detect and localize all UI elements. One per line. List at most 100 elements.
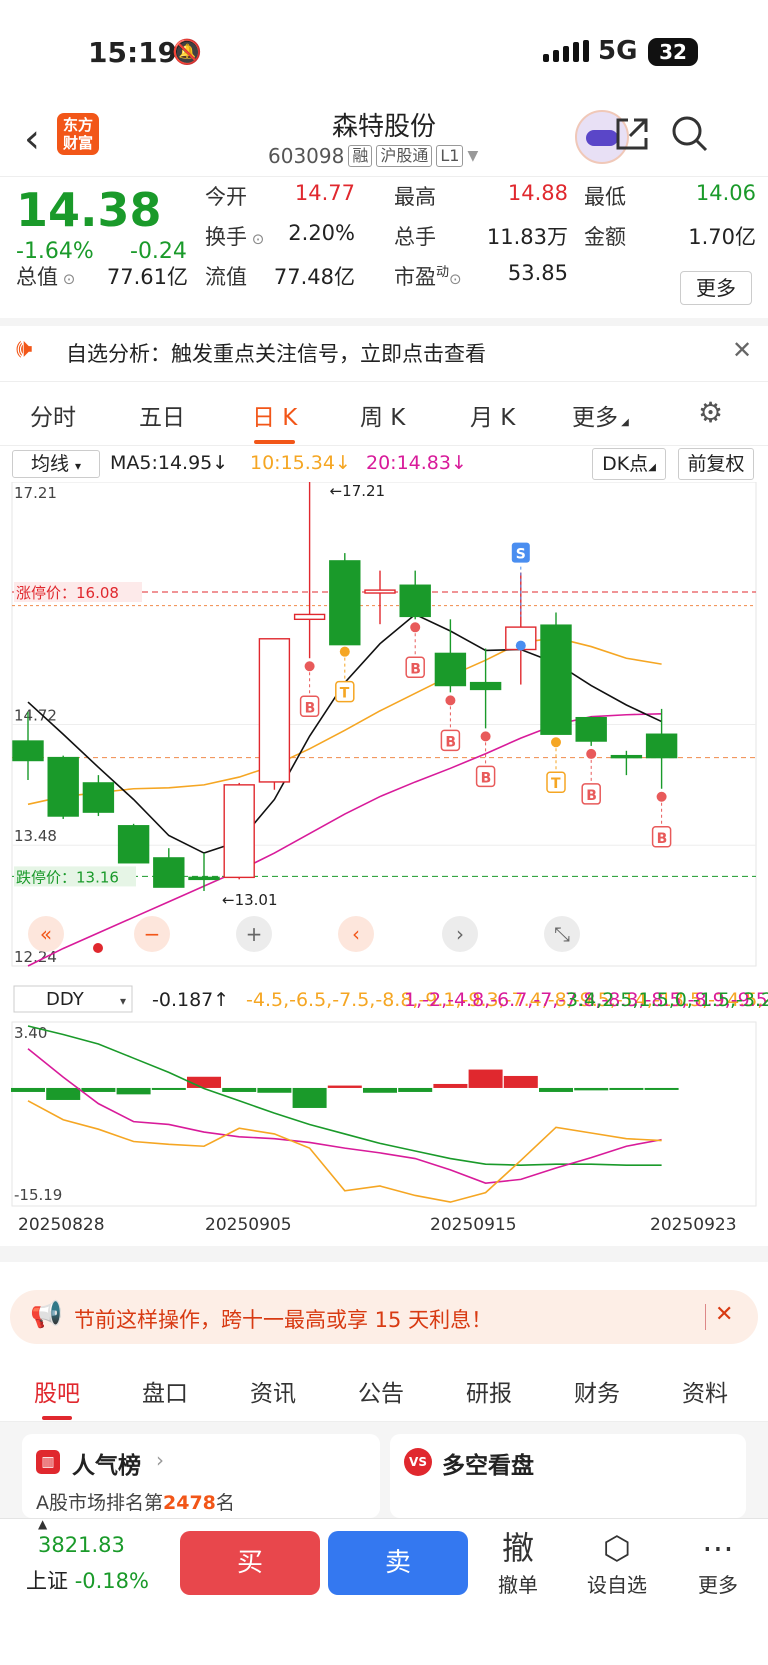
high-label: 最高 bbox=[394, 185, 436, 209]
search-icon[interactable] bbox=[670, 114, 710, 163]
mute-bell-icon: 🔕 bbox=[172, 38, 202, 66]
sell-button[interactable]: 卖 bbox=[328, 1531, 468, 1595]
open-value: 14.77 bbox=[294, 181, 355, 205]
promo-banner[interactable]: 📢 节前这样操作，跨十一最高或享 15 天利息！ ✕ bbox=[10, 1290, 758, 1344]
footer-more-button[interactable]: ⋯ 更多 bbox=[678, 1527, 758, 1598]
info-dots-icon: ⊙ bbox=[58, 270, 76, 288]
x-date-label: 20250915 bbox=[430, 1215, 517, 1235]
signal-letter: B bbox=[445, 734, 456, 750]
tab-announcements[interactable]: 公告 bbox=[358, 1374, 404, 1408]
limit-down-label: 跌停价：13.16 bbox=[16, 868, 119, 886]
turnover-value: 2.20% bbox=[288, 221, 355, 245]
ddy-bar bbox=[81, 1087, 116, 1092]
feature-cards: ▥ 人气榜 › A股市场排名第2478名 VS 多空看盘 bbox=[0, 1422, 768, 1518]
candle-body bbox=[293, 613, 326, 621]
gear-icon[interactable]: ⚙ bbox=[698, 396, 723, 429]
tab-monthly-k[interactable]: 月 K bbox=[470, 398, 515, 432]
amount-label: 金额 bbox=[584, 225, 626, 249]
rank-prefix: A股市场排名第 bbox=[36, 1492, 163, 1514]
stock-code: 603098 bbox=[268, 144, 345, 168]
chart-nav-glyph: + bbox=[246, 922, 263, 946]
more-quote-button[interactable]: 更多 bbox=[680, 271, 752, 305]
rank-suffix: 名 bbox=[215, 1492, 235, 1514]
cancel-glyph: 撤 bbox=[501, 1529, 534, 1567]
tab-news[interactable]: 资讯 bbox=[250, 1374, 296, 1408]
add-watchlist-button[interactable]: ⬡ 设自选 bbox=[577, 1527, 657, 1598]
tab-pankou[interactable]: 盘口 bbox=[142, 1374, 188, 1408]
pe-label[interactable]: 市盈动⊙ bbox=[394, 261, 462, 291]
tab-finance[interactable]: 财务 bbox=[574, 1374, 620, 1408]
tab-research[interactable]: 研报 bbox=[466, 1374, 512, 1408]
vs-icon: VS bbox=[404, 1448, 432, 1476]
status-time: 15:19 bbox=[88, 36, 178, 69]
ddy-bar bbox=[222, 1087, 257, 1092]
close-icon[interactable]: ✕ bbox=[715, 1302, 733, 1327]
network-type: 5G bbox=[598, 36, 638, 66]
close-icon[interactable]: ✕ bbox=[732, 336, 752, 364]
signal-letter: B bbox=[586, 788, 597, 804]
candle-body bbox=[12, 740, 44, 762]
x-date-label: 20250923 bbox=[650, 1215, 737, 1235]
trade-footer: ▲ 3821.83 上证 -0.18% 买 卖 撤撤单 ⬡ 设自选 ⋯ 更多 bbox=[0, 1517, 768, 1665]
index-line[interactable]: 上证 -0.18% bbox=[26, 1565, 149, 1595]
market-cap-label-text: 总值 bbox=[16, 265, 58, 289]
open-label: 今开 bbox=[205, 185, 247, 209]
share-icon[interactable] bbox=[612, 114, 652, 163]
watchlist-hexagon-icon: ⬡ bbox=[603, 1529, 631, 1567]
period-tabs: 分时 五日 日 K 周 K 月 K 更多 ◢ ⚙ bbox=[0, 382, 768, 446]
tab-profile[interactable]: 资料 bbox=[682, 1374, 728, 1408]
info-dots-icon: ⊙ bbox=[247, 230, 265, 248]
chart-nav-glyph: − bbox=[144, 922, 161, 946]
section-gap bbox=[0, 1246, 768, 1262]
chevron-down-icon: ▾ bbox=[120, 994, 126, 1008]
watchlist-alert-bar[interactable]: 🕪 自选分析：触发重点关注信号，立即点击查看 ✕ bbox=[0, 318, 768, 382]
candle-body bbox=[540, 624, 572, 735]
bull-bear-card[interactable]: VS 多空看盘 bbox=[390, 1434, 746, 1518]
tab-intraday[interactable]: 分时 bbox=[30, 398, 76, 432]
amount-value: 1.70亿 bbox=[688, 225, 756, 249]
tab-five-day[interactable]: 五日 bbox=[139, 398, 185, 432]
indicator-select[interactable]: 均线 ▾ bbox=[12, 450, 100, 478]
ddy-bar bbox=[609, 1087, 644, 1090]
candle-body bbox=[434, 652, 467, 687]
signal-letter: B bbox=[410, 661, 421, 677]
banner-divider bbox=[705, 1304, 706, 1330]
stock-code-line[interactable]: 603098 融 沪股通 L1 ▼ bbox=[268, 144, 478, 168]
candle-body bbox=[329, 560, 361, 646]
kline-svg[interactable]: 17.2114.7213.4812.24涨停价：16.08跌停价：13.16←1… bbox=[0, 482, 768, 1280]
tab-weekly-k[interactable]: 周 K bbox=[360, 398, 405, 432]
candle-body bbox=[645, 733, 678, 759]
limit-up-label: 涨停价：16.08 bbox=[16, 584, 119, 602]
chevron-down-icon: ▾ bbox=[75, 459, 82, 473]
ma5-text: MA5:14.95 bbox=[110, 452, 213, 474]
popularity-card[interactable]: ▥ 人气榜 › A股市场排名第2478名 bbox=[22, 1434, 380, 1518]
dk-point-button[interactable]: DK点◢ bbox=[592, 448, 666, 480]
high-marker: ←17.21 bbox=[330, 482, 386, 500]
kline-chart-area: 均线 ▾ MA5:14.95↓ 10:15.34↓ 20:14.83↓ DK点◢… bbox=[0, 446, 768, 1280]
adjust-button[interactable]: 前复权 bbox=[678, 448, 754, 480]
ddy-bar bbox=[433, 1083, 468, 1088]
tab-daily-k[interactable]: 日 K bbox=[252, 398, 297, 444]
ddy-bar bbox=[327, 1085, 362, 1088]
tab-guba[interactable]: 股吧 bbox=[34, 1374, 80, 1420]
buy-button[interactable]: 买 bbox=[180, 1531, 320, 1595]
expand-up-icon[interactable]: ▲ bbox=[38, 1517, 47, 1531]
market-cap-label[interactable]: 总值 ⊙ bbox=[16, 261, 75, 291]
record-dot bbox=[93, 943, 103, 953]
pe-label-text: 市盈 bbox=[394, 265, 436, 289]
stock-header: ‹ 东方 财富 森特股份 603098 融 沪股通 L1 ▼ bbox=[0, 100, 768, 176]
index-change: -0.18% bbox=[74, 1569, 149, 1593]
ddy-bar bbox=[257, 1087, 292, 1093]
tab-more[interactable]: 更多 ◢ bbox=[572, 398, 629, 432]
bull-bear-title: 多空看盘 bbox=[442, 1453, 534, 1479]
speaker-icon: 🕪 bbox=[16, 334, 33, 364]
connect-tag: 沪股通 bbox=[376, 145, 433, 167]
ddy-bar bbox=[363, 1087, 397, 1093]
ddy-bar bbox=[11, 1087, 45, 1092]
index-value[interactable]: 3821.83 bbox=[38, 1533, 125, 1557]
pe-value: 53.85 bbox=[507, 261, 568, 285]
turnover-label[interactable]: 换手 ⊙ bbox=[205, 221, 264, 251]
ddy-bar bbox=[574, 1087, 609, 1091]
chevron-down-icon: ▼ bbox=[467, 148, 479, 164]
cancel-order-button[interactable]: 撤撤单 bbox=[478, 1527, 558, 1598]
